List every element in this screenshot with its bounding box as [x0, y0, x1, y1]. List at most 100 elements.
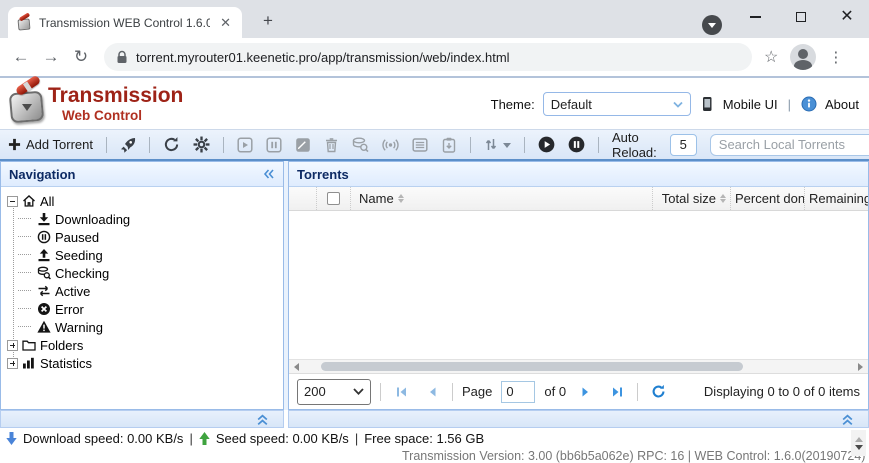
- percent-done-column-header[interactable]: Percent don: [731, 187, 805, 210]
- browser-menu-icon[interactable]: ⋮: [828, 48, 843, 66]
- prev-page-button[interactable]: [421, 381, 443, 403]
- start-all-button[interactable]: [538, 136, 555, 153]
- pause-all-button[interactable]: [568, 136, 585, 153]
- transmission-web-control-page: Transmission Web Control Theme: Default …: [0, 78, 869, 456]
- scrollbar-thumb[interactable]: [321, 362, 743, 371]
- pause-torrent-button[interactable]: [266, 137, 282, 153]
- tree-item-error[interactable]: Error: [5, 300, 283, 318]
- browser-profile-avatar[interactable]: [790, 44, 816, 70]
- page-size-select[interactable]: 200: [297, 379, 371, 405]
- auto-reload-input[interactable]: [670, 134, 697, 156]
- search-input[interactable]: [710, 134, 869, 156]
- page-number-input[interactable]: [501, 381, 535, 403]
- new-tab-button[interactable]: +: [256, 9, 280, 33]
- scroll-up-icon[interactable]: [855, 437, 863, 442]
- refresh-page-button[interactable]: [647, 381, 669, 403]
- browser-reload-button[interactable]: ↻: [66, 47, 96, 67]
- download-speed-icon: [6, 432, 17, 445]
- theme-selected-value: Default: [551, 97, 673, 112]
- app-header: Transmission Web Control Theme: Default …: [0, 78, 869, 129]
- navigation-panel-header: Navigation: [1, 162, 283, 187]
- collapsed-panel-right[interactable]: [288, 410, 869, 428]
- tree-item-seeding[interactable]: Seeding: [5, 246, 283, 264]
- status-separator: |: [189, 431, 192, 446]
- prev-page-icon: [427, 386, 437, 398]
- trash-icon: [324, 137, 339, 153]
- remove-torrent-button[interactable]: [324, 137, 339, 153]
- clipboard-import-button[interactable]: [441, 137, 457, 153]
- sort-arrows-icon: [484, 137, 498, 152]
- separator: [149, 137, 150, 153]
- expand-expander-icon[interactable]: [7, 358, 18, 369]
- window-minimize-button[interactable]: [740, 4, 770, 30]
- download-indicator-icon[interactable]: [702, 15, 722, 35]
- main-toolbar: Add Torrent: [0, 129, 869, 161]
- status-separator: |: [355, 431, 358, 446]
- tree-item-warning[interactable]: Warning: [5, 318, 283, 336]
- tree-item-label: Checking: [55, 266, 109, 281]
- scroll-down-icon[interactable]: [855, 445, 863, 450]
- total-size-column-header[interactable]: Total size: [653, 187, 731, 210]
- browser-forward-button[interactable]: →: [36, 47, 66, 67]
- about-link[interactable]: About: [825, 97, 859, 112]
- separator: [380, 383, 381, 401]
- torrents-table-body: [289, 211, 868, 359]
- tree-item-label: Warning: [55, 320, 103, 335]
- announce-button[interactable]: [382, 137, 399, 153]
- scroll-left-icon[interactable]: [294, 363, 299, 371]
- url-bar[interactable]: torrent.myrouter01.keenetic.pro/app/tran…: [104, 43, 752, 71]
- window-close-button[interactable]: ✕: [832, 4, 862, 30]
- edit-torrent-button[interactable]: [295, 137, 311, 153]
- first-page-icon: [395, 386, 408, 398]
- remaining-time-column-header[interactable]: Remaining ti: [805, 187, 868, 210]
- chevron-down-icon: [673, 101, 683, 108]
- tab-close-icon[interactable]: ✕: [217, 15, 234, 31]
- horizontal-scrollbar[interactable]: [289, 359, 868, 373]
- header-divider: |: [786, 97, 793, 112]
- mobile-ui-link[interactable]: Mobile UI: [723, 97, 778, 112]
- queue-sort-button[interactable]: [484, 137, 511, 152]
- browser-tab[interactable]: Transmission WEB Control 1.6.0 ✕: [8, 7, 242, 38]
- scroll-right-icon[interactable]: [858, 363, 863, 371]
- next-page-button[interactable]: [575, 381, 597, 403]
- tree-item-statistics[interactable]: Statistics: [5, 354, 283, 372]
- tree-item-active[interactable]: Active: [5, 282, 283, 300]
- browser-back-button[interactable]: ←: [6, 47, 36, 67]
- bar-chart-icon: [22, 356, 36, 370]
- settings-button[interactable]: [193, 136, 210, 153]
- auto-reload-label: Auto Reload:: [612, 130, 657, 160]
- window-maximize-button[interactable]: [786, 4, 816, 30]
- tree-item-checking[interactable]: Checking: [5, 264, 283, 282]
- recheck-torrent-button[interactable]: [352, 137, 369, 153]
- select-all-checkbox[interactable]: [327, 192, 340, 205]
- first-page-button[interactable]: [390, 381, 412, 403]
- name-column-header[interactable]: Name: [351, 187, 653, 210]
- expand-expander-icon[interactable]: [7, 340, 18, 351]
- rocket-button[interactable]: [120, 137, 136, 153]
- tree-item-downloading[interactable]: Downloading: [5, 210, 283, 228]
- collapse-left-icon[interactable]: [262, 168, 275, 180]
- expand-up-icon: [841, 413, 854, 426]
- vertical-scrollbar[interactable]: [851, 430, 866, 456]
- theme-label: Theme:: [491, 97, 535, 112]
- bookmark-star-icon[interactable]: ☆: [764, 47, 778, 67]
- tree-item-folders[interactable]: Folders: [5, 336, 283, 354]
- detail-button[interactable]: [412, 137, 428, 153]
- pause-circle-icon: [568, 136, 585, 153]
- collapse-expander-icon[interactable]: [7, 196, 18, 207]
- last-page-icon: [611, 386, 624, 398]
- tree-item-label: Folders: [40, 338, 83, 353]
- row-number-column-header: [289, 187, 317, 210]
- tree-item-paused[interactable]: Paused: [5, 228, 283, 246]
- reload-torrents-button[interactable]: [163, 136, 180, 153]
- browser-address-row: ← → ↻ torrent.myrouter01.keenetic.pro/ap…: [0, 38, 869, 78]
- database-search-icon: [37, 266, 51, 280]
- theme-select[interactable]: Default: [543, 92, 691, 116]
- database-search-icon: [352, 137, 369, 153]
- free-space-text: Free space: 1.56 GB: [364, 431, 484, 446]
- start-torrent-button[interactable]: [237, 137, 253, 153]
- collapsed-panel-left[interactable]: [0, 410, 284, 428]
- tree-item-all[interactable]: All: [5, 192, 283, 210]
- add-torrent-button[interactable]: Add Torrent: [8, 137, 93, 152]
- last-page-button[interactable]: [606, 381, 628, 403]
